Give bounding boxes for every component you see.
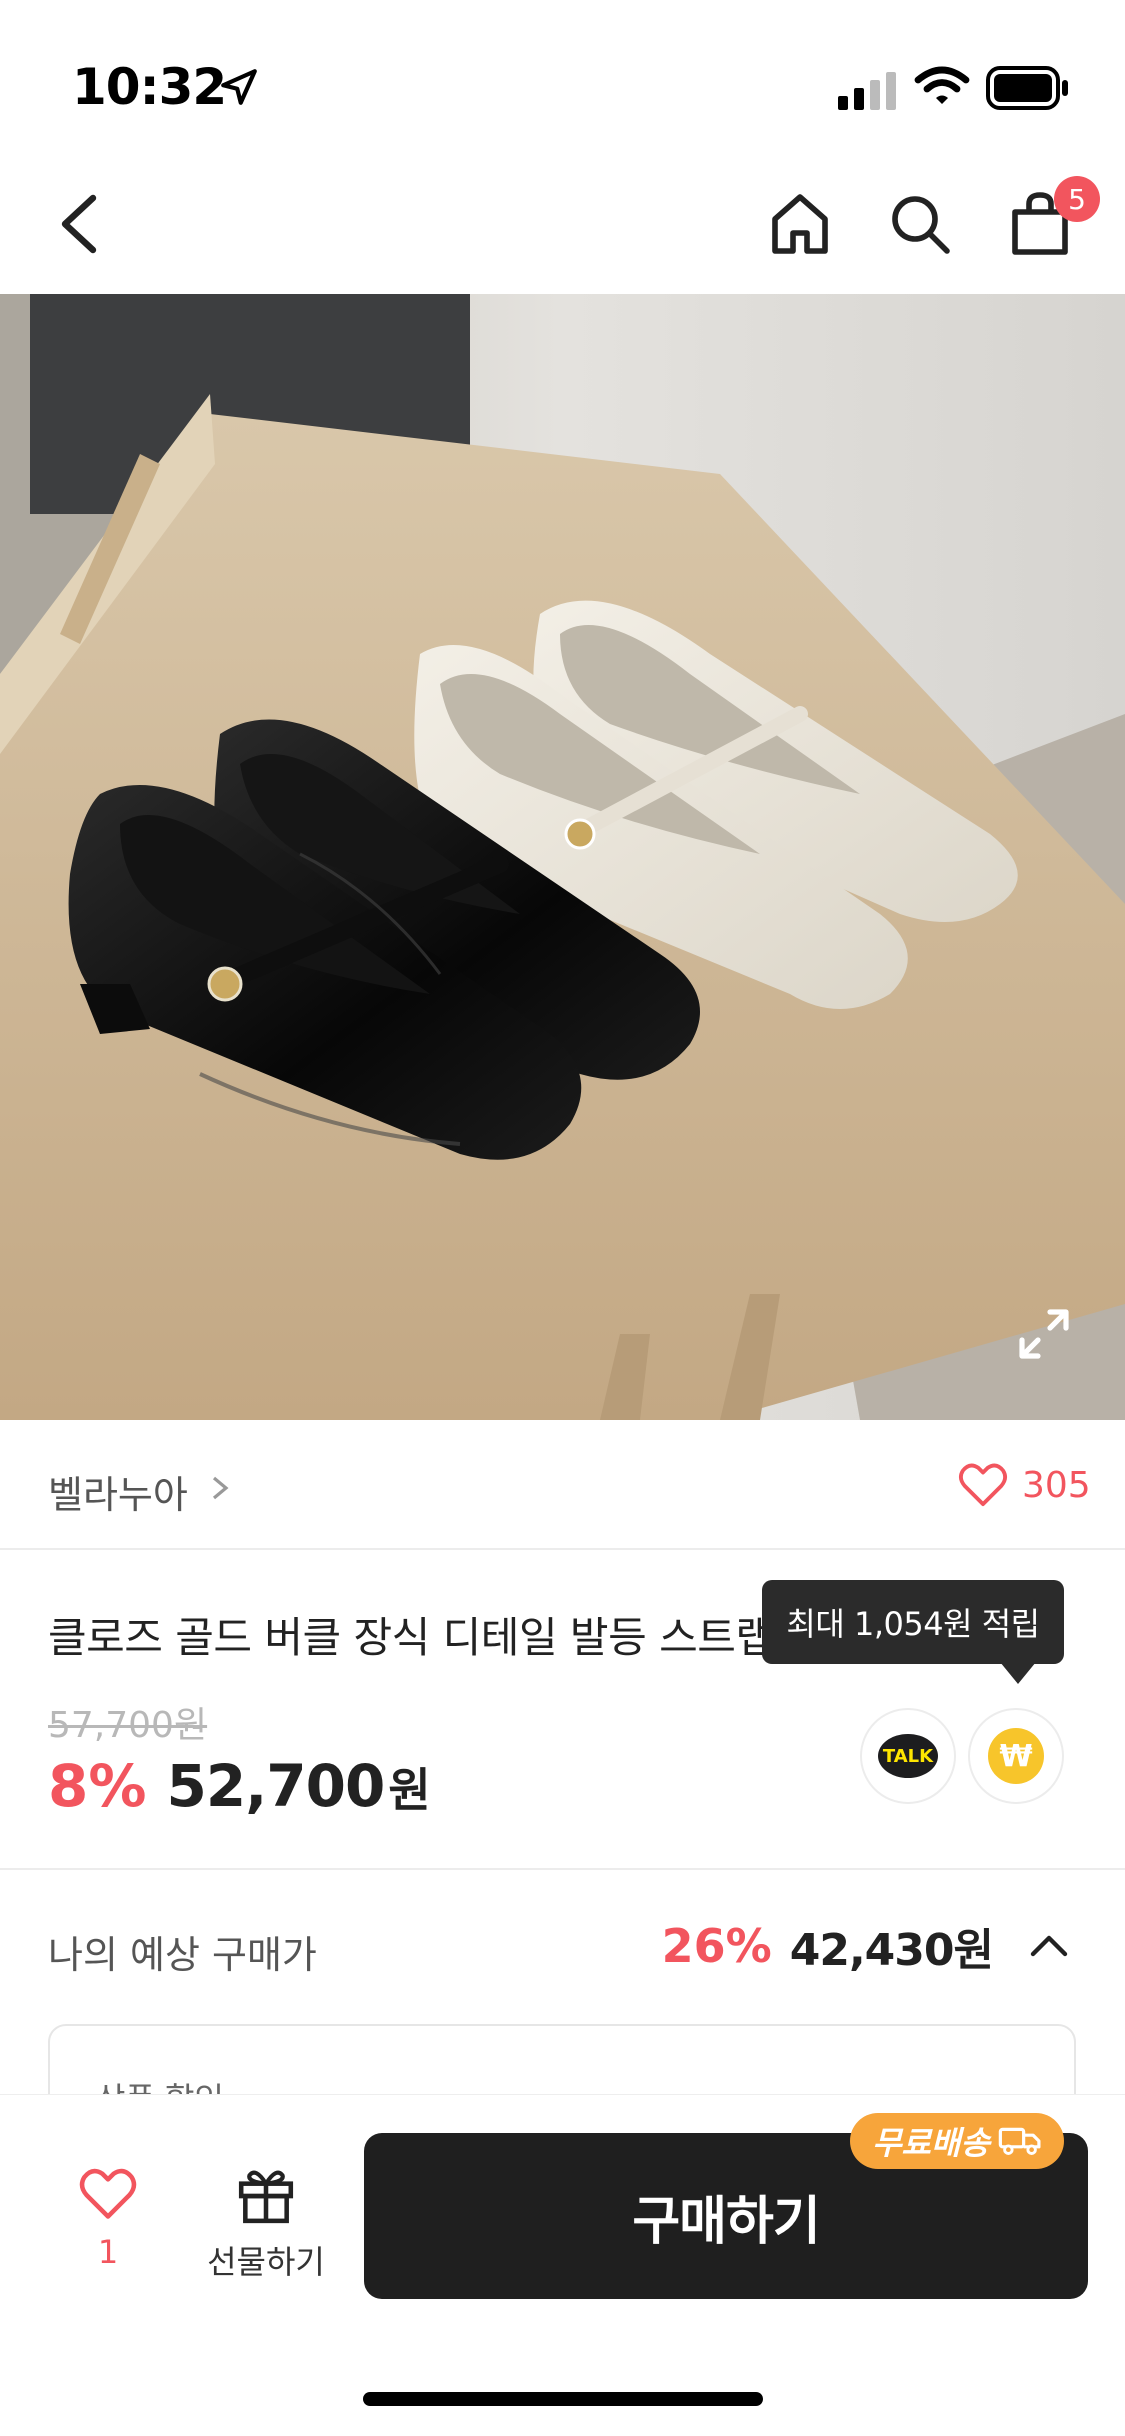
wishlist-button[interactable]: 1 [66,2167,150,2277]
wifi-icon [914,66,970,104]
expected-price-label: 나의 예상 구매가 [48,1933,317,1977]
talk-icon: TALK [878,1734,938,1778]
heart-outline-icon [958,1463,1008,1507]
tooltip-tail [1000,1662,1036,1684]
expected-price-toggle[interactable]: 26% 42,430원 [662,1914,1071,1978]
product-photo [0,294,1125,1420]
cellular-signal-icon [838,72,896,110]
cart-count-badge: 5 [1054,176,1100,222]
chevron-left-icon [61,194,97,254]
expand-icon[interactable] [1014,1304,1074,1364]
expected-price: 42,430원 [789,1925,994,1976]
currency-unit: 원 [388,1763,431,1817]
expected-discount-rate: 26% [661,1919,772,1973]
price-row: 8% 52,700 원 [48,1752,431,1820]
brand-link[interactable]: 벨라누아 [48,1464,188,1519]
sale-price: 52,700 [166,1752,385,1820]
chevron-right-icon [212,1476,229,1500]
home-button[interactable] [762,186,838,262]
kakao-talk-button[interactable]: TALK [860,1708,956,1804]
location-arrow-icon [221,69,257,105]
truck-icon [998,2127,1041,2155]
free-shipping-label: 무료배송 [872,2124,990,2162]
product-image[interactable] [0,294,1125,1420]
points-button[interactable]: ₩ [968,1708,1064,1804]
gift-button[interactable]: 선물하기 [196,2163,336,2283]
discount-rate: 8% [48,1752,147,1820]
points-tooltip: 최대 1,054원 적립 [762,1580,1064,1664]
status-bar: 10:32 [0,0,1125,150]
chevron-up-icon [1030,1935,1068,1957]
brand-row: 벨라누아 305 [0,1420,1125,1550]
search-button[interactable] [882,186,958,262]
search-icon [892,196,950,254]
battery-icon [986,66,1068,110]
top-nav [0,150,1125,294]
won-coin-icon: ₩ [988,1728,1044,1784]
original-price: 57,700원 [48,1705,208,1746]
free-shipping-badge: 무료배송 [850,2113,1064,2169]
section-divider [0,1868,1125,1870]
gift-label: 선물하기 [207,2243,325,2281]
like-count: 305 [1022,1464,1091,1506]
home-indicator [363,2392,763,2406]
gift-icon [238,2170,294,2224]
back-button[interactable] [40,186,116,262]
bottom-action-bar: 1 선물하기 구매하기 무료배송 [0,2094,1125,2436]
status-time: 10:32 [72,58,227,116]
home-icon [772,194,828,254]
heart-outline-icon [79,2168,137,2219]
like-button[interactable]: 305 [958,1460,1091,1510]
wishlist-count: 1 [97,2233,119,2271]
